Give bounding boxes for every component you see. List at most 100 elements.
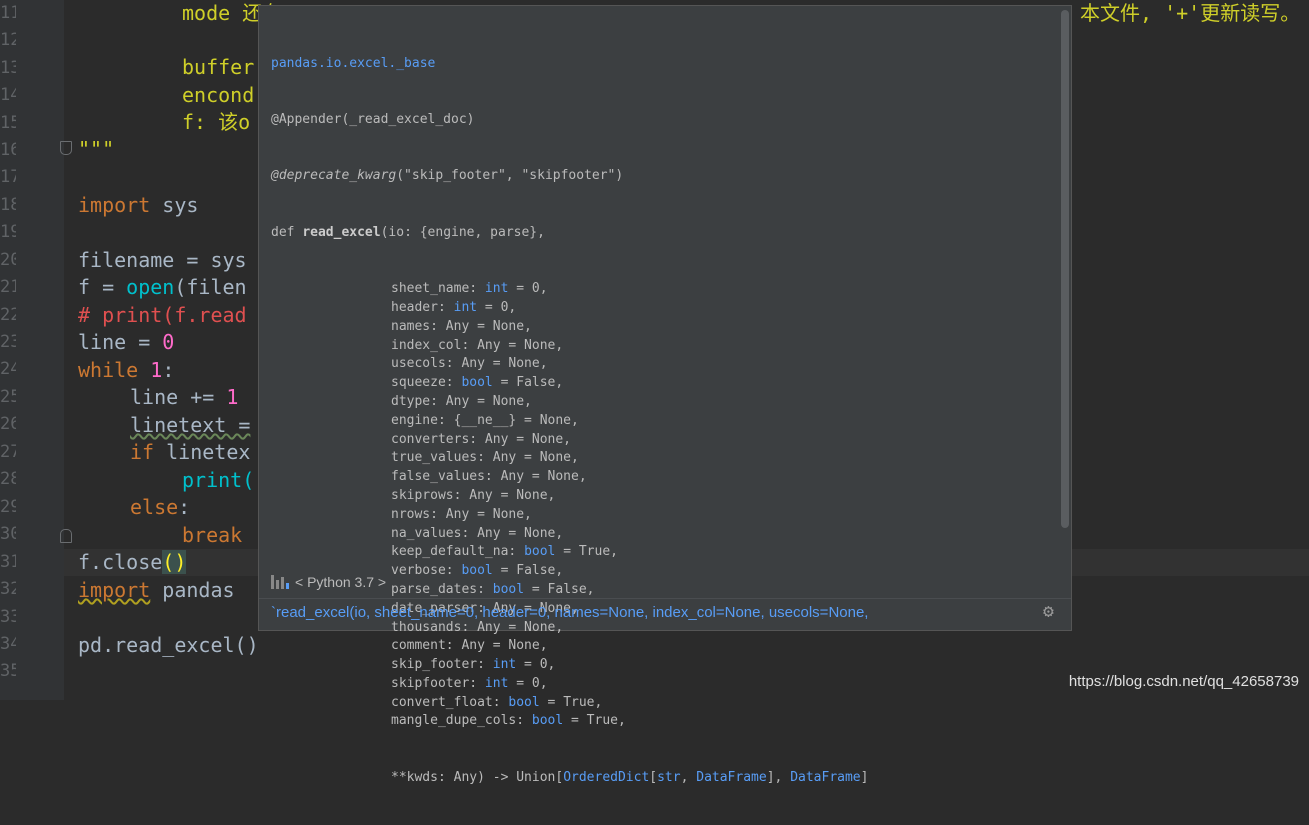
param-line: dtype: Any = None,: [271, 393, 868, 412]
type-link[interactable]: bool: [461, 563, 492, 578]
code-token: f.close: [78, 550, 163, 574]
param-line: engine: {__ne__} = None,: [271, 412, 868, 431]
type-link[interactable]: OrderedDict: [563, 770, 649, 785]
code-line: print(: [182, 467, 254, 494]
type-link[interactable]: bool: [493, 582, 524, 597]
line-number: 25: [0, 387, 16, 407]
type-link[interactable]: int: [485, 281, 508, 296]
line-number: 17: [0, 167, 16, 187]
line-number: 31: [0, 552, 16, 572]
code-line: while 1:: [78, 357, 174, 384]
code-token: linetex: [154, 440, 251, 464]
code-line: buffer: [182, 54, 254, 81]
line-number: 33: [0, 607, 16, 627]
param-default: = 0,: [508, 281, 548, 297]
type-link[interactable]: DataFrame: [696, 770, 766, 785]
type-link[interactable]: int: [485, 676, 508, 691]
param-line: true_values: Any = None,: [271, 449, 868, 468]
python-version-label[interactable]: < Python 3.7 >: [295, 574, 386, 590]
param-default: = 0,: [516, 657, 556, 673]
line-number: 16: [0, 140, 16, 160]
param-default: = True,: [563, 713, 626, 729]
param-name: skiprows: Any = None,: [391, 487, 556, 503]
type-link[interactable]: bool: [532, 713, 563, 728]
code-line: f = open(filen: [78, 274, 247, 301]
code-token: if: [130, 440, 155, 464]
code-token: print(: [182, 468, 255, 492]
type-link[interactable]: DataFrame: [790, 770, 860, 785]
code-token: while: [78, 358, 139, 382]
doc-preview-text: `read_excel(io, sheet_name=0, header=0, …: [271, 604, 869, 621]
popup-signature: pandas.io.excel._base @Appender(_read_ex…: [271, 17, 868, 825]
param-line: na_values: Any = None,: [271, 525, 868, 544]
param-line: skiprows: Any = None,: [271, 487, 868, 506]
code-line: """: [78, 136, 114, 163]
code-token: 1: [226, 385, 239, 409]
code-token: break: [182, 523, 243, 547]
code-token: 0: [162, 330, 175, 354]
type-link[interactable]: bool: [508, 695, 539, 710]
code-token: buffer: [182, 55, 255, 79]
param-line: convert_float: bool = True,: [271, 694, 868, 713]
decorator-line: @Appender(_read_excel_doc): [271, 111, 475, 127]
param-name: keep_default_na:: [391, 544, 525, 560]
code-line: # print(f.read: [78, 302, 247, 329]
param-default: = False,: [492, 563, 564, 579]
decorator-name: @deprecate_kwarg: [271, 168, 397, 184]
param-name: thousands: Any = None,: [391, 619, 564, 635]
line-number: 21: [0, 277, 16, 297]
param-line: nrows: Any = None,: [271, 506, 868, 525]
param-name: false_values: Any = None,: [391, 469, 587, 485]
line-number: 13: [0, 58, 16, 78]
code-token: (): [162, 550, 187, 574]
param-default: = True,: [555, 544, 618, 560]
code-line: f.close(): [78, 549, 187, 576]
line-number: 34: [0, 634, 16, 654]
quick-documentation-popup[interactable]: pandas.io.excel._base @Appender(_read_ex…: [258, 5, 1072, 785]
type-link[interactable]: str: [657, 770, 680, 785]
type-link[interactable]: int: [493, 657, 516, 672]
line-number: 26: [0, 414, 16, 434]
type-link[interactable]: int: [454, 300, 477, 315]
param-name: converters: Any = None,: [391, 431, 572, 447]
param-line: sheet_name: int = 0,: [271, 280, 868, 299]
param-line: skip_footer: int = 0,: [271, 656, 868, 675]
line-number: 15: [0, 113, 16, 133]
code-line: 本文件, '+'更新读写。: [1080, 0, 1300, 27]
line-number: 23: [0, 332, 16, 352]
code-line: filename = sys: [78, 247, 247, 274]
code-token: pandas: [150, 578, 235, 602]
code-token: line +=: [130, 385, 227, 409]
comma: ,: [680, 769, 697, 785]
param-line: thousands: Any = None,: [271, 619, 868, 638]
param-default: = False,: [524, 581, 595, 597]
param-name: dtype: Any = None,: [391, 393, 532, 409]
popup-scrollbar[interactable]: [1061, 10, 1069, 528]
kwds-param: **kwds: Any) -> Union[: [391, 769, 564, 785]
comma: ],: [766, 769, 791, 785]
code-token: # print(f.read: [78, 303, 247, 327]
param-line: squeeze: bool = False,: [271, 374, 868, 393]
line-number: 20: [0, 250, 16, 270]
line-number: 18: [0, 195, 16, 215]
popup-divider: [259, 598, 1071, 599]
code-token: f: 该o: [182, 110, 251, 134]
param-line: header: int = 0,: [271, 299, 868, 318]
param-default: = 0,: [508, 675, 548, 691]
python-sdk-icon: [271, 575, 289, 589]
module-link[interactable]: pandas.io.excel._base: [271, 56, 435, 71]
param-name: convert_float:: [391, 694, 509, 710]
code-line: import pandas: [78, 577, 235, 604]
gear-icon[interactable]: ⚙: [1043, 603, 1061, 621]
param-default: = False,: [492, 375, 564, 391]
param-name: skipfooter:: [391, 675, 485, 691]
code-token: import: [78, 193, 151, 217]
type-link[interactable]: bool: [524, 544, 555, 559]
def-keyword: def: [271, 224, 303, 240]
param-name: engine: {__ne__} = None,: [391, 412, 579, 428]
type-link[interactable]: bool: [461, 375, 492, 390]
code-token: f =: [78, 275, 127, 299]
bracket: [: [649, 769, 658, 785]
param-name: sheet_name:: [391, 281, 485, 297]
line-number: 29: [0, 497, 16, 517]
